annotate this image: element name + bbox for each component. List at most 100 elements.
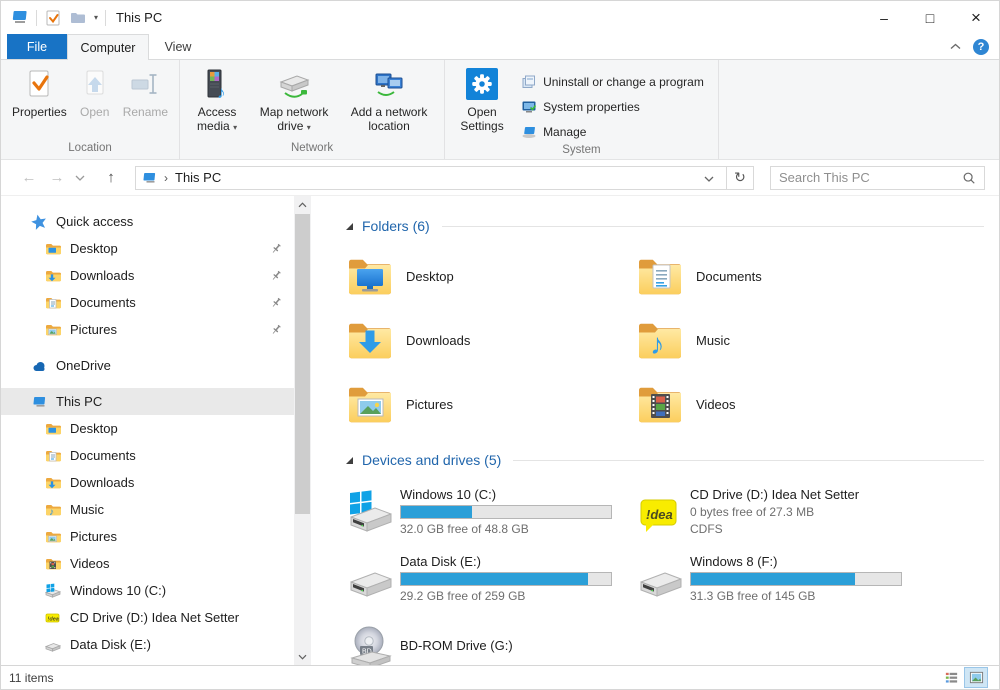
tab-computer[interactable]: Computer: [67, 34, 149, 60]
drive-tile-cd-drive-d[interactable]: !dea CD Drive (D:) Idea Net Setter 0 byt…: [636, 478, 926, 545]
devices-section-header[interactable]: Devices and drives (5): [346, 450, 984, 470]
sidebar-item-quick-access[interactable]: Quick access: [1, 208, 294, 235]
uninstall-program-button[interactable]: Uninstall or change a program: [513, 69, 712, 94]
drive-tile-bd-rom-g[interactable]: BD BD-ROM Drive (G:): [346, 612, 636, 665]
documents-folder-icon: [46, 450, 61, 461]
close-button[interactable]: ×: [953, 1, 999, 34]
videos-folder-icon: [46, 558, 61, 569]
sidebar-item-this-pc[interactable]: This PC: [1, 388, 294, 415]
videos-folder-icon: [639, 387, 681, 423]
sidebar-item-downloads[interactable]: Downloads: [1, 262, 294, 289]
sidebar-item-pictures[interactable]: Pictures: [1, 316, 294, 343]
dropdown-caret-icon: ▾: [306, 123, 311, 133]
file-explorer-window: ▾ This PC – □ × File Computer View ? Pro…: [0, 0, 1000, 690]
section-collapse-icon[interactable]: [346, 456, 353, 464]
search-icon[interactable]: [962, 171, 976, 185]
folders-section-header[interactable]: Folders (6): [346, 216, 984, 236]
tab-file[interactable]: File: [7, 34, 67, 59]
folder-tile-documents[interactable]: Documents: [636, 244, 926, 308]
drive-tile-data-disk-e[interactable]: Data Disk (E:) 29.2 GB free of 259 GB: [346, 545, 636, 612]
new-folder-qat-icon[interactable]: [69, 9, 87, 27]
pictures-folder-icon: [349, 387, 391, 423]
map-network-drive-button[interactable]: Map network drive ▾: [248, 63, 340, 142]
scroll-down-icon[interactable]: [294, 648, 311, 665]
rename-icon: [127, 65, 163, 103]
address-dropdown-icon[interactable]: [697, 170, 721, 185]
section-collapse-icon[interactable]: [346, 222, 353, 230]
sidebar-item-documents[interactable]: Documents: [1, 289, 294, 316]
qat-customize-caret-icon[interactable]: ▾: [94, 13, 98, 22]
onedrive-cloud-icon: [33, 361, 45, 371]
maximize-button[interactable]: □: [907, 1, 953, 34]
sidebar-item-pc-cd-drive-d[interactable]: !dea CD Drive (D:) Idea Net Setter: [1, 604, 294, 631]
scroll-up-icon[interactable]: [294, 196, 311, 213]
body: Quick access Desktop Downloads Documents…: [1, 196, 999, 665]
drive-tile-windows8-f[interactable]: Windows 8 (F:) 31.3 GB free of 145 GB: [636, 545, 926, 612]
open-icon: [77, 65, 113, 103]
sidebar-item-pc-pictures[interactable]: Pictures: [1, 523, 294, 550]
map-network-drive-icon: [276, 65, 312, 103]
folder-tile-desktop[interactable]: Desktop: [346, 244, 636, 308]
manage-button[interactable]: Manage: [513, 119, 712, 144]
breadcrumb[interactable]: › This PC: [135, 165, 727, 190]
sidebar-item-pc-data-disk-e[interactable]: Data Disk (E:): [1, 631, 294, 658]
folder-tile-music[interactable]: ♪ Music: [636, 308, 926, 372]
ribbon-empty-space: [719, 60, 999, 159]
sidebar-item-desktop[interactable]: Desktop: [1, 235, 294, 262]
sidebar-item-pc-videos[interactable]: Videos: [1, 550, 294, 577]
minimize-button[interactable]: –: [861, 1, 907, 34]
uninstall-program-icon: [522, 75, 536, 88]
rename-button[interactable]: Rename: [118, 63, 173, 142]
group-label-network: Network: [290, 142, 334, 154]
tab-view[interactable]: View: [149, 34, 207, 59]
sidebar-item-pc-downloads[interactable]: Downloads: [1, 469, 294, 496]
sidebar-item-onedrive[interactable]: OneDrive: [1, 352, 294, 379]
pin-icon[interactable]: [270, 297, 282, 309]
properties-button[interactable]: Properties: [7, 63, 72, 142]
quick-access-toolbar: ▾ This PC: [1, 8, 162, 28]
system-properties-button[interactable]: System properties: [513, 94, 712, 119]
folder-tile-videos[interactable]: Videos: [636, 372, 926, 436]
back-icon[interactable]: ←: [15, 169, 43, 186]
sidebar-scrollbar[interactable]: [294, 196, 311, 665]
sidebar-item-pc-windows10-c[interactable]: Windows 10 (C:): [1, 577, 294, 604]
divider: [105, 9, 107, 26]
properties-qat-icon[interactable]: [44, 9, 62, 27]
help-icon[interactable]: ?: [973, 38, 989, 55]
collapse-ribbon-icon[interactable]: [950, 43, 961, 50]
drive-tile-windows10-c[interactable]: Windows 10 (C:) 32.0 GB free of 48.8 GB: [346, 478, 636, 545]
svg-text:!dea: !dea: [646, 507, 673, 522]
breadcrumb-location[interactable]: This PC: [175, 170, 221, 185]
folder-tile-pictures[interactable]: Pictures: [346, 372, 636, 436]
ribbon-tab-row: File Computer View ?: [1, 34, 999, 60]
pin-icon[interactable]: [270, 270, 282, 282]
open-button[interactable]: Open: [72, 63, 118, 142]
documents-folder-icon: [639, 259, 681, 295]
recent-locations-chevron-icon[interactable]: [71, 175, 89, 181]
sidebar-item-pc-desktop[interactable]: Desktop: [1, 415, 294, 442]
up-icon[interactable]: ↑: [97, 169, 125, 186]
svg-text:♪: ♪: [49, 507, 54, 518]
search-box[interactable]: [770, 165, 985, 190]
refresh-icon[interactable]: ↻: [727, 165, 754, 190]
drive-icon: [350, 572, 392, 597]
open-settings-button[interactable]: Open Settings: [451, 63, 513, 144]
forward-icon[interactable]: →: [43, 169, 71, 186]
ribbon-group-location: Properties Open Rename Location: [1, 60, 181, 159]
sidebar-item-pc-music[interactable]: ♪ Music: [1, 496, 294, 523]
windows-drive-icon: [45, 583, 61, 598]
search-input[interactable]: [779, 170, 962, 185]
pin-icon[interactable]: [270, 324, 282, 336]
add-network-location-button[interactable]: Add a network location: [340, 63, 438, 142]
thumbnails-view-icon[interactable]: [964, 667, 988, 688]
scrollbar-thumb[interactable]: [295, 214, 310, 514]
music-folder-icon: ♪: [46, 504, 61, 518]
details-view-icon[interactable]: [940, 668, 962, 687]
pictures-folder-icon: [46, 531, 61, 542]
pin-icon[interactable]: [270, 243, 282, 255]
sidebar-item-pc-documents[interactable]: Documents: [1, 442, 294, 469]
folder-tile-downloads[interactable]: Downloads: [346, 308, 636, 372]
access-media-button[interactable]: ♪ Access media ▾: [186, 63, 248, 142]
properties-icon: [21, 65, 57, 103]
group-label-location: Location: [68, 142, 112, 154]
